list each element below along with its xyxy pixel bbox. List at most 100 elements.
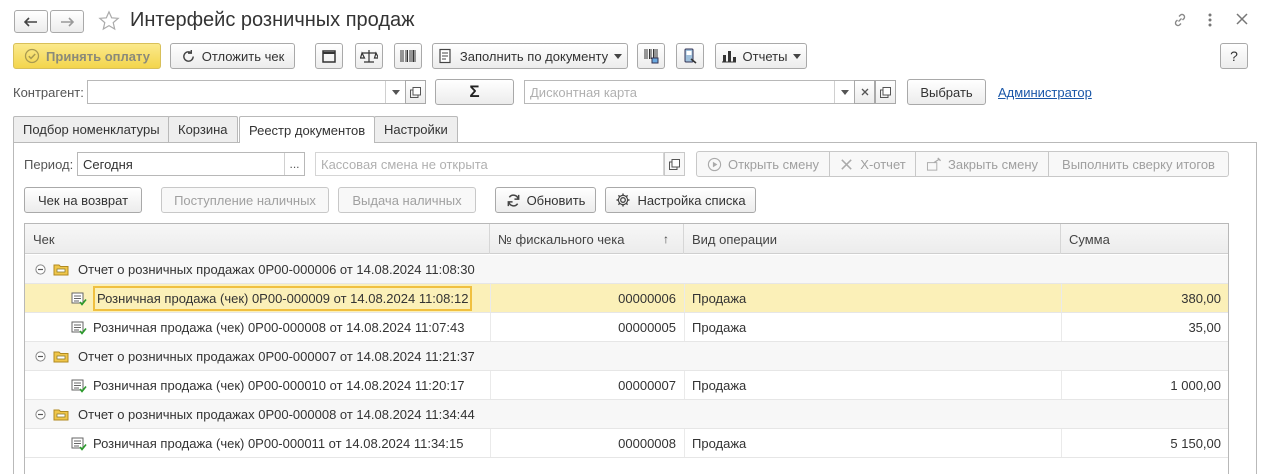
operation-type: Продажа — [692, 320, 747, 335]
ellipsis-icon[interactable]: ... — [284, 153, 304, 175]
cash-in-button[interactable]: Поступление наличных — [161, 187, 329, 213]
contractor-field[interactable] — [87, 80, 406, 104]
operation-type: Продажа — [692, 378, 747, 393]
check-name[interactable]: Розничная продажа (чек) 0Р00-000011 от 1… — [93, 429, 464, 458]
check-name[interactable]: Розничная продажа (чек) 0Р00-000010 от 1… — [93, 371, 464, 400]
collapse-icon[interactable] — [35, 342, 46, 371]
table-row[interactable]: Розничная продажа (чек) 0Р00-000010 от 1… — [25, 371, 1228, 400]
scales-icon — [360, 49, 378, 64]
discount-clear-button[interactable] — [854, 80, 875, 104]
open-shift-button[interactable]: Открыть смену — [696, 151, 830, 177]
contractor-open-button[interactable] — [405, 80, 426, 104]
more-vertical-icon[interactable] — [1207, 12, 1213, 28]
fiscal-number: 00000005 — [618, 320, 676, 335]
table-row[interactable]: Розничная продажа (чек) 0Р00-000009 от 1… — [25, 284, 1228, 313]
close-shift-button[interactable]: Закрыть смену — [915, 151, 1049, 177]
select-button[interactable]: Выбрать — [907, 79, 986, 105]
barcode-scan-button[interactable] — [637, 43, 665, 69]
accept-payment-button[interactable]: Принять оплату — [13, 43, 161, 69]
sum-button[interactable]: Σ — [435, 79, 514, 105]
check-name[interactable]: Розничная продажа (чек) 0Р00-000009 от 1… — [93, 286, 473, 311]
open-form-icon — [669, 158, 680, 170]
receipt-posted-icon — [71, 313, 87, 342]
column-header-operation[interactable]: Вид операции — [684, 224, 1061, 254]
terminal-button[interactable] — [676, 43, 704, 69]
discount-open-button[interactable] — [875, 80, 896, 104]
receipt-posted-icon — [71, 371, 87, 400]
period-label: Период: — [24, 157, 74, 172]
column-header-sum[interactable]: Сумма — [1061, 224, 1228, 254]
open-shift-label: Открыть смену — [727, 156, 819, 172]
open-form-icon — [880, 86, 891, 98]
x-report-button[interactable]: Х-отчет — [829, 151, 916, 177]
column-label: Сумма — [1069, 231, 1110, 247]
forward-button[interactable] — [50, 10, 84, 33]
tab-cart[interactable]: Корзина — [168, 116, 238, 142]
chevron-down-icon[interactable] — [385, 81, 405, 103]
column-label: Чек — [33, 231, 55, 247]
reconcile-button[interactable]: Выполнить сверку итогов — [1048, 151, 1229, 177]
clear-icon — [861, 88, 869, 96]
scales-button[interactable] — [355, 43, 383, 69]
table-row[interactable]: Розничная продажа (чек) 0Р00-000008 от 1… — [25, 313, 1228, 342]
collapse-icon[interactable] — [35, 255, 46, 284]
group-title: Отчет о розничных продажах 0Р00-000006 о… — [78, 262, 475, 277]
discount-card-field[interactable]: Дисконтная карта — [524, 80, 855, 104]
play-icon — [707, 157, 722, 172]
discount-card-placeholder: Дисконтная карта — [530, 84, 638, 100]
tab-documents-register[interactable]: Реестр документов — [239, 116, 376, 143]
chevron-down-icon — [793, 53, 802, 59]
star-icon[interactable] — [98, 10, 120, 32]
operation-type: Продажа — [692, 291, 747, 306]
cash-shift-open-button[interactable] — [664, 152, 685, 176]
help-button[interactable]: ? — [1220, 43, 1248, 69]
tab-settings[interactable]: Настройки — [374, 116, 458, 142]
accept-payment-label: Принять оплату — [46, 48, 150, 64]
sort-ascending-icon: ↑ — [663, 232, 669, 246]
tab-label: Настройки — [384, 122, 448, 137]
bar-chart-icon — [721, 49, 737, 63]
table-row[interactable]: Розничная продажа (чек) 0Р00-000011 от 1… — [25, 429, 1228, 458]
check-name[interactable]: Розничная продажа (чек) 0Р00-000008 от 1… — [93, 313, 464, 342]
sigma-icon: Σ — [469, 82, 480, 101]
documents-table[interactable]: Чек № фискального чека ↑ Вид операции Су… — [24, 223, 1229, 474]
close-icon[interactable] — [1236, 13, 1248, 25]
check-circle-icon — [24, 48, 40, 64]
link-icon[interactable] — [1172, 12, 1188, 28]
period-field[interactable]: Сегодня ... — [77, 152, 305, 176]
column-header-fiscal[interactable]: № фискального чека ↑ — [490, 224, 684, 254]
return-check-button[interactable]: Чек на возврат — [24, 187, 142, 213]
barcode-scan-icon — [643, 48, 659, 64]
collapse-icon[interactable] — [35, 400, 46, 429]
window-icon — [321, 49, 337, 63]
cash-out-button[interactable]: Выдача наличных — [338, 187, 476, 213]
administrator-link[interactable]: Администратор — [998, 85, 1092, 100]
table-group-row[interactable]: Отчет о розничных продажах 0Р00-000006 о… — [25, 255, 1228, 284]
sum-value: 1 000,00 — [1170, 378, 1221, 393]
select-label: Выбрать — [920, 84, 973, 100]
defer-check-button[interactable]: Отложить чек — [170, 43, 295, 69]
x-report-icon — [839, 157, 854, 172]
list-settings-label: Настройка списка — [637, 192, 746, 208]
fill-by-document-button[interactable]: Заполнить по документу — [432, 43, 628, 69]
cash-shift-field[interactable]: Кассовая смена не открыта — [315, 152, 664, 176]
chevron-down-icon[interactable] — [834, 81, 854, 103]
barcode-button[interactable] — [394, 43, 422, 69]
window-title: Интерфейс розничных продаж — [130, 9, 415, 31]
table-group-row[interactable]: Отчет о розничных продажах 0Р00-000008 о… — [25, 400, 1228, 429]
document-fill-icon — [438, 48, 454, 64]
back-button[interactable] — [14, 10, 48, 33]
list-settings-button[interactable]: Настройка списка — [605, 187, 756, 213]
sum-value: 5 150,00 — [1170, 436, 1221, 451]
reports-button[interactable]: Отчеты — [715, 43, 807, 69]
tab-nomenclature[interactable]: Подбор номенклатуры — [13, 116, 170, 142]
close-shift-label: Закрыть смену — [947, 156, 1039, 172]
receipt-posted-icon — [71, 284, 87, 313]
tab-label: Подбор номенклатуры — [23, 122, 160, 137]
gear-icon — [615, 192, 631, 208]
cell-divider — [490, 371, 491, 399]
window-button[interactable] — [315, 43, 343, 69]
column-header-check[interactable]: Чек — [25, 224, 490, 254]
refresh-button[interactable]: Обновить — [495, 187, 596, 213]
table-group-row[interactable]: Отчет о розничных продажах 0Р00-000007 о… — [25, 342, 1228, 371]
